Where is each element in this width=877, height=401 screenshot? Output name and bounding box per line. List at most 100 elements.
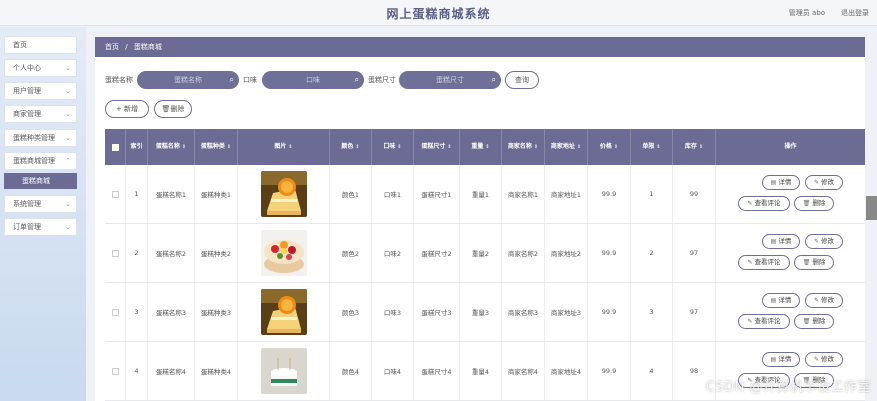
sidebar-item-orders[interactable]: 订单管理 ⌄ [4,218,77,236]
edit-button[interactable]: ✎ 修改 [805,293,843,308]
sort-icon: ⇕ [576,144,582,150]
taste-label: 口味 [243,76,257,84]
detail-icon: ▤ [770,356,777,363]
sidebar-item-users[interactable]: 用户管理 ⌄ [4,82,77,100]
col-index[interactable]: 索引 [126,129,148,165]
cell-stock: 97 [673,224,716,282]
col-shop[interactable]: 商家名称 ⇕ [502,129,545,165]
row-select-cell[interactable] [105,342,126,400]
orange-cake-image [260,171,307,217]
search-bar: 蛋糕名称 蛋糕名称 ⌕ 口味 口味 ⌕ 蛋糕尺寸 蛋糕尺寸 ⌕ 查询 [105,71,865,89]
row-checkbox[interactable] [111,308,119,316]
sidebar-item-system[interactable]: 系统管理 ⌄ [4,195,77,213]
sidebar-item-cake-mall[interactable]: 蛋糕商城管理 ⌃ [4,152,77,170]
col-stock[interactable]: 库存 ⇕ [673,129,716,165]
col-price[interactable]: 价格 ⇕ [588,129,631,165]
detail-button[interactable]: ▤ 详情 [762,234,800,249]
col-address[interactable]: 商家地址 ⇕ [545,129,588,165]
col-kind[interactable]: 蛋糕种类 ⇕ [195,129,238,165]
col-size[interactable]: 蛋糕尺寸 ⇕ [414,129,460,165]
orange-cake-image [260,289,307,335]
taste-search-input[interactable]: 口味 ⌕ [262,71,364,89]
row-checkbox[interactable] [111,190,119,198]
review-icon: ✎ [747,259,753,266]
row-delete-button[interactable]: 🗑 删除 [794,255,834,270]
cell-size: 蛋糕尺寸2 [414,224,460,282]
add-button-label: + 新增 [115,105,139,113]
edit-icon: ✎ [813,179,820,186]
sort-icon: ⇕ [613,144,619,150]
sidebar-item-label: 首页 [13,41,27,49]
chevron-down-icon: ⌄ [65,223,71,231]
cell-index: 1 [126,165,148,223]
delete-button-label: 删除 [170,105,185,113]
size-search-input[interactable]: 蛋糕尺寸 ⌕ [399,71,501,89]
review-button[interactable]: ✎ 查看评论 [738,196,790,211]
edit-button[interactable]: ✎ 修改 [805,175,843,190]
sidebar-subitem-cake-mall[interactable]: 蛋糕商城 [4,173,77,189]
top-header: 网上蛋糕商城系统 管理员 abo 退出登录 [0,0,877,26]
sort-icon: ⇕ [533,144,539,150]
row-select-cell[interactable] [105,224,126,282]
cell-shop: 商家名称3 [502,283,545,341]
cell-weight: 重量2 [460,224,502,282]
delete-button[interactable]: 🗑删除 [154,100,192,118]
logout-link[interactable]: 退出登录 [841,8,869,18]
review-button[interactable]: ✎ 查看评论 [738,255,790,270]
cell-limit: 1 [631,165,673,223]
row-checkbox[interactable] [111,249,119,257]
cell-limit: 2 [631,224,673,282]
size-placeholder: 蛋糕尺寸 [436,76,464,84]
sidebar-item-label: 蛋糕种类管理 [13,134,55,142]
cake-image-cell [238,283,330,341]
row-select-cell[interactable] [105,283,126,341]
sidebar-item-cake-kinds[interactable]: 蛋糕种类管理 ⌄ [4,129,77,147]
detail-icon: ▤ [770,179,777,186]
review-button[interactable]: ✎ 查看评论 [738,314,790,329]
sidebar-item-label: 订单管理 [13,223,41,231]
cell-taste: 口味3 [372,283,414,341]
cell-kind: 蛋糕种类2 [195,224,238,282]
row-delete-button[interactable]: 🗑 删除 [794,196,834,211]
name-search-input[interactable]: 蛋糕名称 ⌕ [137,71,239,89]
select-all-cell[interactable] [105,129,126,165]
select-all-checkbox[interactable] [111,143,119,151]
edit-button[interactable]: ✎ 修改 [805,234,843,249]
name-label: 蛋糕名称 [105,76,133,84]
col-weight[interactable]: 重量 ⇕ [460,129,502,165]
cell-shop: 商家名称1 [502,165,545,223]
name-placeholder: 蛋糕名称 [174,76,202,84]
query-button[interactable]: 查询 [505,71,539,89]
add-button[interactable]: + 新增 [105,100,149,118]
sidebar-item-home[interactable]: 首页 [4,36,77,54]
cell-shop: 商家名称2 [502,224,545,282]
breadcrumb-home[interactable]: 首页 [105,43,119,51]
detail-button[interactable]: ▤ 详情 [762,352,800,367]
cell-name: 蛋糕名称3 [148,283,195,341]
col-actions: 操作 [784,143,797,150]
sidebar-item-profile[interactable]: 个人中心 ⌄ [4,59,77,77]
detail-button[interactable]: ▤ 详情 [762,293,800,308]
edit-button[interactable]: ✎ 修改 [805,352,843,367]
detail-button[interactable]: ▤ 详情 [762,175,800,190]
size-label: 蛋糕尺寸 [368,76,396,84]
cell-price: 99.9 [588,165,631,223]
admin-label: 管理员 abo [788,9,825,17]
trash-icon: 🗑 [802,200,811,207]
cell-name: 蛋糕名称1 [148,165,195,223]
col-limit[interactable]: 单限 ⇕ [631,129,673,165]
side-scroll-tab[interactable] [866,196,877,220]
row-delete-button[interactable]: 🗑 删除 [794,314,834,329]
col-taste[interactable]: 口味 ⇕ [372,129,414,165]
chevron-down-icon: ⌄ [65,200,71,208]
watermark-text: CSDN @计算机毕设工作室 [705,380,871,395]
row-checkbox[interactable] [111,367,119,375]
detail-icon: ▤ [770,297,777,304]
col-image[interactable]: 图片 ⇕ [238,129,330,165]
col-color[interactable]: 颜色 ⇕ [330,129,372,165]
col-name[interactable]: 蛋糕名称 ⇕ [148,129,195,165]
cell-taste: 口味4 [372,342,414,400]
row-select-cell[interactable] [105,165,126,223]
sidebar-item-merchants[interactable]: 商家管理 ⌄ [4,105,77,123]
sidebar-item-label: 商家管理 [13,110,41,118]
